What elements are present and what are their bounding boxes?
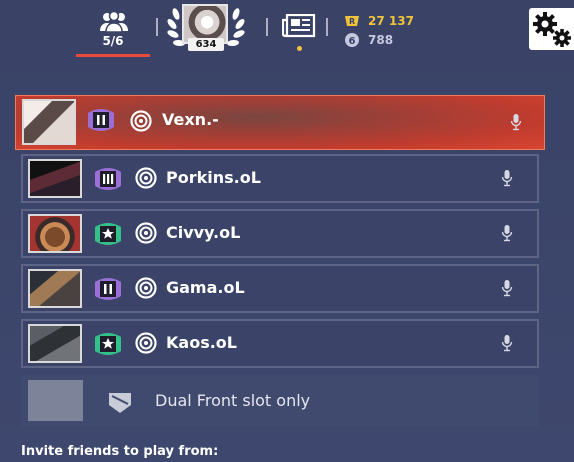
credits-amount: 788 bbox=[368, 33, 394, 47]
rank-star-icon bbox=[95, 333, 121, 355]
empty-party-slot[interactable]: Dual Front slot only bbox=[21, 375, 539, 427]
player-name: Vexn.- bbox=[162, 110, 219, 129]
party-members-icon bbox=[100, 12, 128, 32]
settings-button[interactable] bbox=[529, 8, 574, 50]
svg-text:R: R bbox=[349, 17, 355, 26]
renown-amount: 27 137 bbox=[368, 14, 414, 28]
avatar bbox=[28, 214, 82, 253]
microphone-icon[interactable] bbox=[501, 279, 513, 297]
divider bbox=[326, 18, 328, 36]
renown-balance: R 27 137 bbox=[344, 13, 414, 29]
dual-front-shield-icon bbox=[109, 393, 131, 413]
ubisoft-icon bbox=[130, 110, 152, 132]
rank-star-icon bbox=[95, 223, 121, 245]
top-bar: 5/6 634 R 27 137 6 788 bbox=[0, 0, 574, 66]
active-tab-underline bbox=[76, 54, 150, 57]
party-count: 5/6 bbox=[102, 34, 124, 48]
renown-icon: R bbox=[345, 16, 359, 26]
microphone-icon[interactable] bbox=[501, 334, 513, 352]
player-name: Civvy.oL bbox=[166, 223, 241, 242]
rank-ii-icon bbox=[88, 109, 114, 131]
player-name: Kaos.oL bbox=[166, 333, 237, 352]
avatar bbox=[28, 269, 82, 308]
divider bbox=[266, 18, 268, 36]
rank-iii-icon bbox=[95, 168, 121, 190]
notification-dot bbox=[297, 46, 302, 51]
avatar bbox=[28, 159, 82, 198]
credits-icon: 6 bbox=[345, 33, 359, 47]
party-slot[interactable]: Porkins.oL bbox=[21, 154, 539, 203]
ubisoft-icon bbox=[135, 167, 157, 189]
avatar bbox=[28, 324, 82, 363]
ubisoft-icon bbox=[135, 332, 157, 354]
news-icon[interactable] bbox=[282, 14, 316, 38]
ubisoft-icon bbox=[135, 277, 157, 299]
profile-button[interactable]: 634 bbox=[160, 0, 252, 56]
gear-icon bbox=[533, 12, 571, 47]
player-name: Gama.oL bbox=[166, 278, 245, 297]
svg-text:6: 6 bbox=[349, 36, 356, 47]
empty-slot-label: Dual Front slot only bbox=[155, 391, 311, 410]
party-tab[interactable]: 5/6 bbox=[76, 8, 150, 58]
avatar bbox=[22, 99, 76, 145]
divider bbox=[156, 18, 158, 36]
microphone-icon[interactable] bbox=[501, 169, 513, 187]
party-slot[interactable]: Civvy.oL bbox=[21, 209, 539, 258]
ubisoft-icon bbox=[135, 222, 157, 244]
player-name: Porkins.oL bbox=[166, 168, 261, 187]
credits-balance: 6 788 bbox=[344, 32, 393, 48]
microphone-icon[interactable] bbox=[510, 113, 522, 131]
party-slot-leader[interactable]: Vexn.- bbox=[15, 95, 545, 150]
party-slot[interactable]: Gama.oL bbox=[21, 264, 539, 313]
microphone-icon[interactable] bbox=[501, 224, 513, 242]
invite-friends-heading: Invite friends to play from: bbox=[21, 444, 219, 459]
profile-level: 634 bbox=[188, 38, 224, 51]
avatar-placeholder bbox=[28, 380, 83, 421]
party-slot[interactable]: Kaos.oL bbox=[21, 319, 539, 368]
rank-ii-icon bbox=[95, 278, 121, 300]
